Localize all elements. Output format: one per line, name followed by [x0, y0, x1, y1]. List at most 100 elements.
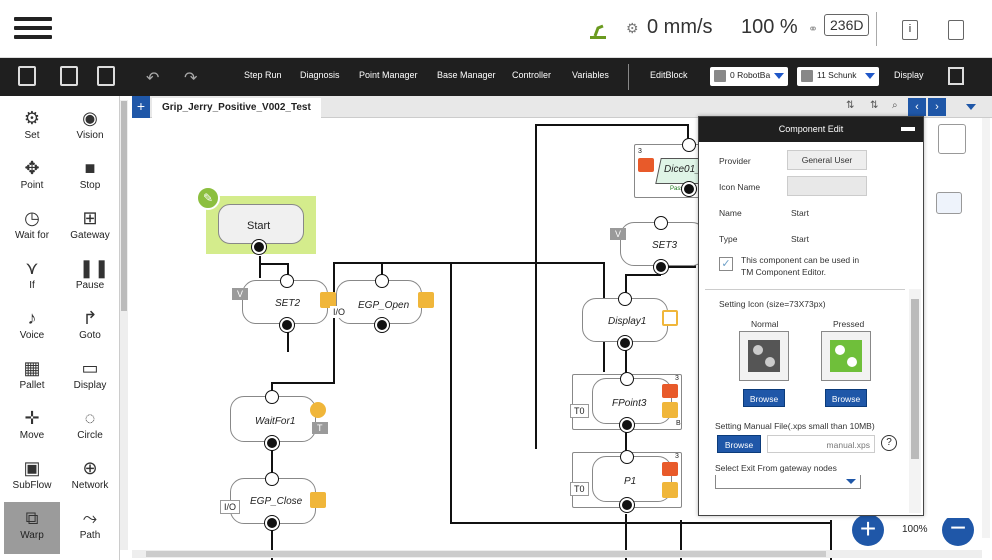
- link-icon: ⚭: [808, 22, 819, 36]
- save-as-icon[interactable]: [97, 66, 115, 86]
- output-port[interactable]: [682, 182, 696, 196]
- browse-normal-button[interactable]: Browse: [743, 389, 785, 407]
- help-icon[interactable]: ?: [881, 435, 897, 451]
- move-icon: ✛: [24, 408, 40, 428]
- sidebar-item-move[interactable]: ✛ Move: [4, 402, 60, 450]
- input-port[interactable]: [280, 274, 294, 288]
- input-port[interactable]: [682, 138, 696, 152]
- tm-component-checkbox[interactable]: ✓: [719, 257, 733, 271]
- input-port[interactable]: [265, 472, 279, 486]
- egp-close-node-label: EGP_Close: [250, 496, 303, 507]
- next-tab-button[interactable]: ›: [928, 98, 946, 116]
- input-port[interactable]: [375, 274, 389, 288]
- sidebar-item-path[interactable]: ⤳ Path: [62, 502, 118, 550]
- base-manager-button[interactable]: Base Manager: [437, 70, 496, 80]
- base-select[interactable]: 0 RobotBa: [710, 67, 788, 86]
- tool-select[interactable]: 11 Schunk: [797, 67, 879, 86]
- point-manager-button[interactable]: Point Manager: [359, 70, 418, 80]
- sidebar-item-voice[interactable]: ♪ Voice: [4, 302, 60, 350]
- edit-badge-icon[interactable]: ✎: [196, 186, 220, 210]
- scrollbar-thumb[interactable]: [146, 551, 826, 557]
- sidebar-item-circle[interactable]: ◌ Circle: [62, 402, 118, 450]
- flow-line: [333, 262, 335, 382]
- redo-icon[interactable]: ↷: [184, 68, 197, 88]
- display-button[interactable]: Display: [894, 70, 924, 80]
- prev-tab-button[interactable]: ‹: [908, 98, 926, 116]
- edit-block-button[interactable]: EditBlock: [650, 70, 688, 80]
- notes-icon[interactable]: [948, 20, 964, 40]
- sidebar-item-point[interactable]: ✥ Point: [4, 152, 60, 200]
- zoom-out-button[interactable]: −: [942, 514, 974, 546]
- info-icon[interactable]: i: [902, 20, 918, 40]
- new-project-icon[interactable]: [18, 66, 36, 86]
- sidebar-item-warp[interactable]: ⧉ Warp: [4, 502, 60, 554]
- sidebar-item-wait-for[interactable]: ◷ Wait for: [4, 202, 60, 250]
- output-port[interactable]: [620, 418, 634, 432]
- scrollbar-thumb[interactable]: [121, 101, 127, 311]
- speed-icon: ⚙: [626, 20, 639, 36]
- tab-menu-chevron-icon[interactable]: [966, 104, 976, 110]
- input-port[interactable]: [654, 216, 668, 230]
- add-tab-icon[interactable]: +: [132, 96, 150, 118]
- output-port[interactable]: [620, 498, 634, 512]
- sidebar-item-subflow[interactable]: ▣ SubFlow: [4, 452, 60, 500]
- toggle-off-icon[interactable]: [936, 192, 962, 214]
- browse-pressed-button[interactable]: Browse: [825, 389, 867, 407]
- minimize-icon[interactable]: [901, 127, 915, 131]
- output-port[interactable]: [252, 240, 266, 254]
- output-port[interactable]: [280, 318, 294, 332]
- name-label: Name: [719, 208, 742, 218]
- step-run-button[interactable]: Step Run: [244, 70, 282, 80]
- flow-tab[interactable]: Grip_Jerry_Positive_V002_Test: [152, 98, 321, 118]
- exit-gateway-select[interactable]: [715, 475, 861, 489]
- sort-az-icon[interactable]: ⇅: [846, 100, 854, 111]
- horizontal-scrollbar[interactable]: [132, 550, 982, 558]
- panel-scrollbar[interactable]: [909, 289, 921, 513]
- sidebar-item-goto[interactable]: ↱ Goto: [62, 302, 118, 350]
- variables-button[interactable]: Variables: [572, 70, 609, 80]
- set-icon: ⚙: [23, 108, 41, 128]
- sidebar-item-set[interactable]: ⚙ Set: [4, 102, 60, 150]
- undo-icon[interactable]: ↶: [146, 68, 159, 88]
- input-port[interactable]: [620, 450, 634, 464]
- input-port[interactable]: [618, 292, 632, 306]
- palette-scrollbar[interactable]: [120, 100, 128, 550]
- controller-button[interactable]: Controller: [512, 70, 551, 80]
- input-port[interactable]: [265, 390, 279, 404]
- flow-line: [535, 124, 687, 126]
- browse-manual-button[interactable]: Browse: [717, 435, 761, 453]
- output-port[interactable]: [654, 260, 668, 274]
- sidebar-item-stop[interactable]: ■ Stop: [62, 152, 118, 200]
- display-icon: ▭: [81, 358, 99, 378]
- flowchart-view-icon[interactable]: [938, 124, 966, 154]
- sidebar-item-if[interactable]: ⋎ If: [4, 252, 60, 300]
- right-scrollbar[interactable]: [982, 118, 990, 538]
- icon-name-input[interactable]: [787, 176, 867, 196]
- manual-file-input[interactable]: manual.xps: [767, 435, 875, 453]
- output-port[interactable]: [375, 318, 389, 332]
- sidebar-item-display[interactable]: ▭ Display: [62, 352, 118, 400]
- sort-za-icon[interactable]: ⇅: [870, 100, 878, 111]
- output-port[interactable]: [618, 336, 632, 350]
- scrollbar-thumb[interactable]: [911, 299, 919, 459]
- sidebar-item-pallet[interactable]: ▦ Pallet: [4, 352, 60, 400]
- tool-select-value: 11 Schunk: [817, 70, 857, 80]
- sidebar-item-label: Pallet: [19, 380, 45, 391]
- pressed-label: Pressed: [833, 319, 865, 329]
- sidebar-item-pause[interactable]: ❚❚ Pause: [62, 252, 118, 300]
- diagnosis-button[interactable]: Diagnosis: [300, 70, 340, 80]
- output-port[interactable]: [265, 516, 279, 530]
- input-port[interactable]: [620, 372, 634, 386]
- hamburger-menu-icon[interactable]: [14, 12, 52, 46]
- tool-icon: [801, 70, 813, 82]
- output-port[interactable]: [265, 436, 279, 450]
- sidebar-item-vision[interactable]: ◉ Vision: [62, 102, 118, 150]
- sidebar-item-network[interactable]: ⊕ Network: [62, 452, 118, 500]
- flow-line: [535, 124, 537, 449]
- layout-icon[interactable]: [948, 67, 964, 85]
- point-node-icon: [662, 402, 678, 418]
- sidebar-item-gateway[interactable]: ⊞ Gateway: [62, 202, 118, 250]
- save-project-icon[interactable]: [60, 66, 78, 86]
- zoom-in-button[interactable]: +: [852, 514, 884, 546]
- search-icon[interactable]: ⌕: [892, 100, 898, 111]
